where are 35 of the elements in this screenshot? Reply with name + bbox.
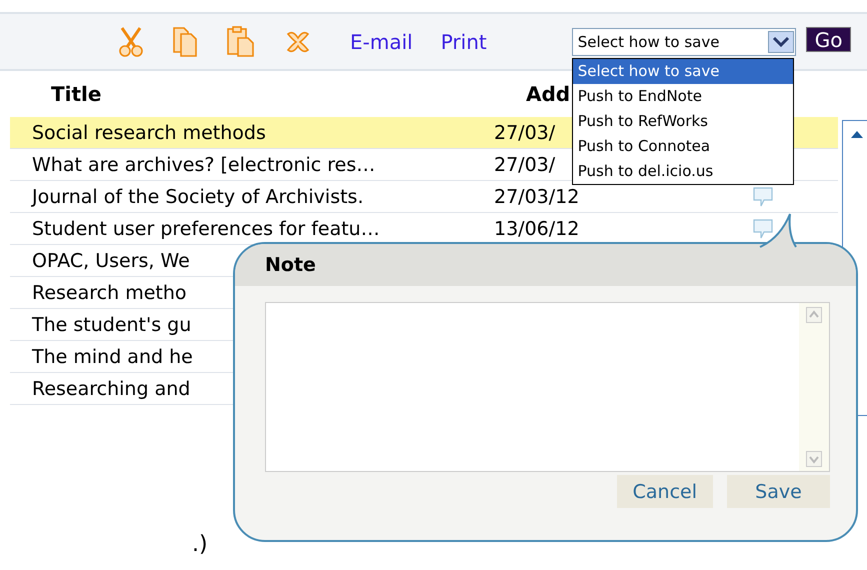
speech-bubble-icon[interactable] — [752, 218, 774, 240]
column-header[interactable]: Title — [51, 82, 526, 106]
scroll-down-icon[interactable] — [806, 451, 822, 467]
dropdown-option[interactable]: Push to del.icio.us — [572, 158, 793, 184]
toolbar-link[interactable]: Print — [440, 30, 487, 54]
save-select[interactable]: Select how to save — [572, 28, 796, 56]
dialog-button[interactable]: Save — [727, 475, 830, 508]
copy-icon[interactable] — [172, 26, 198, 58]
table-cell: Research metho — [32, 282, 187, 304]
table-cell: Student user preferences for featu… — [32, 218, 380, 240]
table-cell: What are archives? [electronic res… — [32, 154, 376, 176]
note-textarea[interactable] — [265, 302, 830, 472]
table-cell: The student's gu — [32, 314, 192, 336]
scissors-icon[interactable] — [118, 26, 144, 58]
column-header[interactable]: Add — [526, 82, 570, 106]
table-cell: 27/03/ — [494, 122, 556, 144]
table-cell: 27/03/12 — [494, 186, 580, 208]
paste-icon[interactable] — [226, 26, 256, 58]
dropdown-option[interactable]: Push to EndNote — [572, 84, 793, 108]
table-cell: The mind and he — [32, 346, 193, 368]
table-cell: Researching and — [32, 378, 190, 400]
footer-text: .) — [192, 532, 208, 557]
table-cell: Journal of the Society of Archivists. — [32, 186, 364, 208]
dialog-button[interactable]: Cancel — [616, 475, 713, 508]
toolbar-link[interactable]: E-mail — [350, 30, 413, 54]
table-cell: 27/03/ — [494, 154, 556, 176]
table-cell: OPAC, Users, We — [32, 250, 190, 272]
dropdown-option[interactable]: Select how to save — [572, 58, 793, 84]
table-cell: Social research methods — [32, 122, 266, 144]
table-row[interactable]: Journal of the Society of Archivists. 27/03/12 — [10, 181, 838, 213]
dialog-title: Note — [265, 254, 316, 276]
speech-bubble-icon[interactable] — [752, 186, 774, 208]
go-button[interactable]: Go — [806, 27, 852, 52]
textarea-scrollbar[interactable] — [799, 303, 829, 471]
table-cell: 13/06/12 — [494, 218, 580, 240]
